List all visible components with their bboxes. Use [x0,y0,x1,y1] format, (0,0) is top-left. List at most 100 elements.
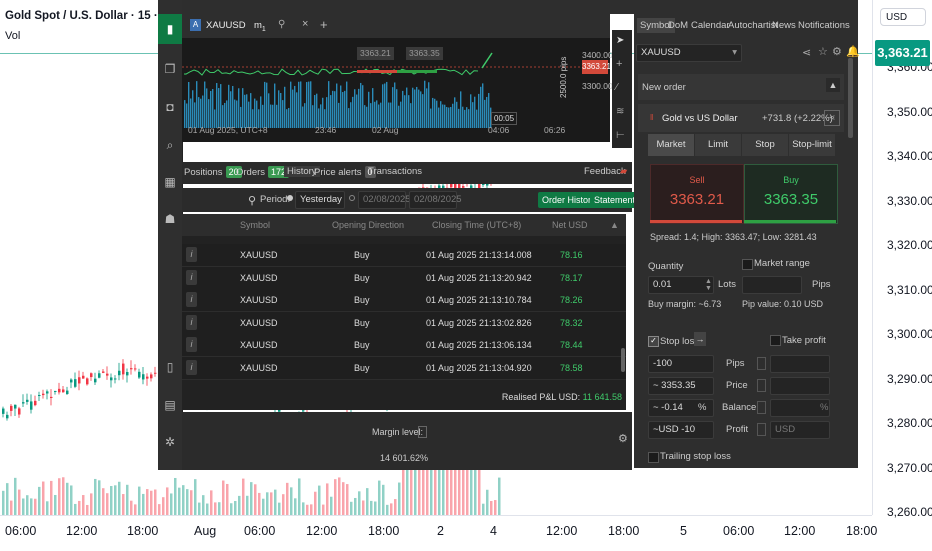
people-icon[interactable]: ☗ [163,212,177,226]
tab-orders[interactable]: Orders 172 [236,166,290,178]
market-range-checkbox[interactable] [742,259,753,270]
info-icon[interactable]: i [186,337,197,352]
quantity-stepper[interactable]: ▲ ▼ [705,278,712,292]
date-from-input[interactable]: 02/08/2025 [358,191,411,209]
table-row[interactable]: i XAUUSD Buy 01 Aug 2025 21:13:14.008 78.16 [182,244,626,267]
panel-scrollbar[interactable] [848,58,853,138]
ruler-icon[interactable]: ⊢ [616,130,625,141]
chart-mode-icon[interactable]: A [190,19,201,31]
settings-icon-panel[interactable]: ⚙ [832,45,842,58]
collapse-icon[interactable]: ▲ [826,78,840,92]
line-tool-icon[interactable]: ∕ [616,82,618,93]
buy-button[interactable]: Buy 3363.35 [744,164,838,224]
time-tick: 12:00 [66,524,98,538]
drawing-tools-icon[interactable]: ⚲ [278,19,285,30]
date-to-input[interactable]: 02/08/2025 [409,191,462,209]
tab-price-alerts[interactable]: Price alerts 0 [314,166,376,178]
analyze-icon[interactable]: ⌕ [163,138,177,152]
price-axis[interactable]: 3,360.00 3,350.00 3,340.00 3,330.00 3,320.00… [872,0,932,519]
order-type-market[interactable]: Market [648,134,694,156]
robot-icon[interactable]: ◘ [163,100,177,114]
add-tab-icon[interactable]: + [320,17,328,32]
stop-loss-arrow-icon[interactable]: → [694,332,706,346]
sort-arrow-icon[interactable]: ▲ [610,220,619,230]
period-radio[interactable] [287,195,293,201]
tab-autochartist[interactable]: Autochartist [728,20,778,31]
symbol-select[interactable]: XAUUSD ▾ [636,44,742,62]
take-profit-checkbox[interactable] [770,335,781,346]
cursor-icon[interactable]: ➤ [616,35,624,46]
link-icon[interactable]: ⋖ [824,110,840,126]
sl-pips-input[interactable]: -100 [648,355,714,373]
price-tick: 3,260.00 [887,505,932,519]
timeframe-selector[interactable]: m1 [254,20,266,33]
info-icon[interactable] [757,379,766,392]
market-range-input[interactable] [742,276,802,294]
info-icon[interactable]: i [186,314,197,330]
margin-info-icon[interactable] [418,426,427,438]
col-direction[interactable]: Opening Direction [332,220,404,230]
table-row[interactable]: i XAUUSD Buy 01 Aug 2025 21:13:10.784 78.26 [182,289,626,312]
order-type-limit[interactable]: Limit [695,134,741,156]
table-scrollbar[interactable] [621,348,625,372]
period-dropdown[interactable]: Yesterday [295,191,345,209]
sl-price-input[interactable]: ~ 3353.35 [648,377,714,395]
info-icon[interactable]: i [186,269,197,285]
table-row[interactable]: i XAUUSD Buy 01 Aug 2025 21:13:20.942 78.17 [182,266,626,290]
bid-button[interactable]: 3363.21 [357,47,394,60]
time-axis[interactable]: 06:00 12:00 18:00 Aug 06:00 12:00 18:00 2 4 12:00… [0,515,877,551]
tab-positions[interactable]: Positions 20 [184,166,242,178]
order-type-stop[interactable]: Stop [742,134,788,156]
tp-price-input[interactable] [770,377,830,395]
col-closing-time[interactable]: Closing Time (UTC+8) [432,220,521,230]
copy-icon[interactable]: ❐ [163,62,177,76]
tab-news[interactable]: News [772,20,796,31]
currency-selector[interactable]: USD [880,8,926,26]
trailing-stop-checkbox[interactable] [648,452,659,463]
tab-dom[interactable]: DoM [668,20,688,31]
info-icon[interactable] [757,357,766,370]
crosshair-icon[interactable]: + [616,58,622,70]
mini-chart-price-axis[interactable]: 3400.00 3363.21 3300.00 [582,38,613,142]
mini-chart-window[interactable]: 3363.21 3363.35 01 Aug 2025, UTC+8 23:46… [182,38,613,142]
table-row[interactable]: i XAUUSD Buy 01 Aug 2025 21:13:06.134 78.44 [182,334,626,357]
info-icon[interactable] [757,423,766,436]
statement-button[interactable]: Statement [590,192,640,208]
share-icon[interactable]: ⋖ [802,46,811,59]
table-row[interactable]: i XAUUSD Buy 01 Aug 2025 21:13:04.920 78.58 [182,356,626,380]
new-order-header[interactable]: New order ▲ [638,74,844,100]
channel-tool-icon[interactable]: ≋ [616,106,624,117]
candle-body [10,405,13,411]
info-icon[interactable] [757,401,766,414]
tab-notifications[interactable]: Notifications [798,20,850,31]
tp-pips-input[interactable] [770,355,830,373]
sell-button[interactable]: Sell 3363.21 [650,164,744,224]
sl-profit-input[interactable]: ~USD -10 [648,421,714,439]
search-icon[interactable]: ⚲ [248,194,256,207]
date-range-radio[interactable] [349,195,355,201]
feedback-icon[interactable]: ▰ [620,166,627,177]
bell-icon[interactable]: 🔔 [846,45,860,58]
stop-loss-checkbox[interactable]: ✓ [648,336,659,347]
col-net-usd[interactable]: Net USD [552,220,588,230]
settings-icon[interactable]: ✲ [163,435,177,449]
ask-button[interactable]: 3363.35 [406,47,443,60]
tab-calendar[interactable]: Calendar [691,20,730,31]
news-icon[interactable]: ▤ [163,398,177,412]
info-icon[interactable]: i [186,247,197,262]
info-icon[interactable]: i [186,292,197,307]
star-icon[interactable]: ☆ [818,45,828,58]
table-row[interactable]: i XAUUSD Buy 01 Aug 2025 21:13:02.826 78.32 [182,311,626,335]
col-symbol[interactable]: Symbol [240,220,270,230]
close-icon[interactable]: × [302,18,308,30]
chart-icon[interactable]: ▮ [163,22,177,36]
gear-icon[interactable]: ⚙ [618,432,628,445]
tp-profit-input[interactable]: USD [770,421,830,439]
layout-icon[interactable]: ▦ [163,175,177,189]
volume-indicator-label[interactable]: Vol [5,30,20,42]
tab-transactions[interactable]: Transactions [368,166,422,177]
order-type-stop-limit[interactable]: Stop-limit [789,134,835,156]
info-icon[interactable]: i [186,359,197,375]
tablet-icon[interactable]: ▯ [163,360,177,374]
chart-symbol-tab[interactable]: XAUUSD [206,20,246,31]
